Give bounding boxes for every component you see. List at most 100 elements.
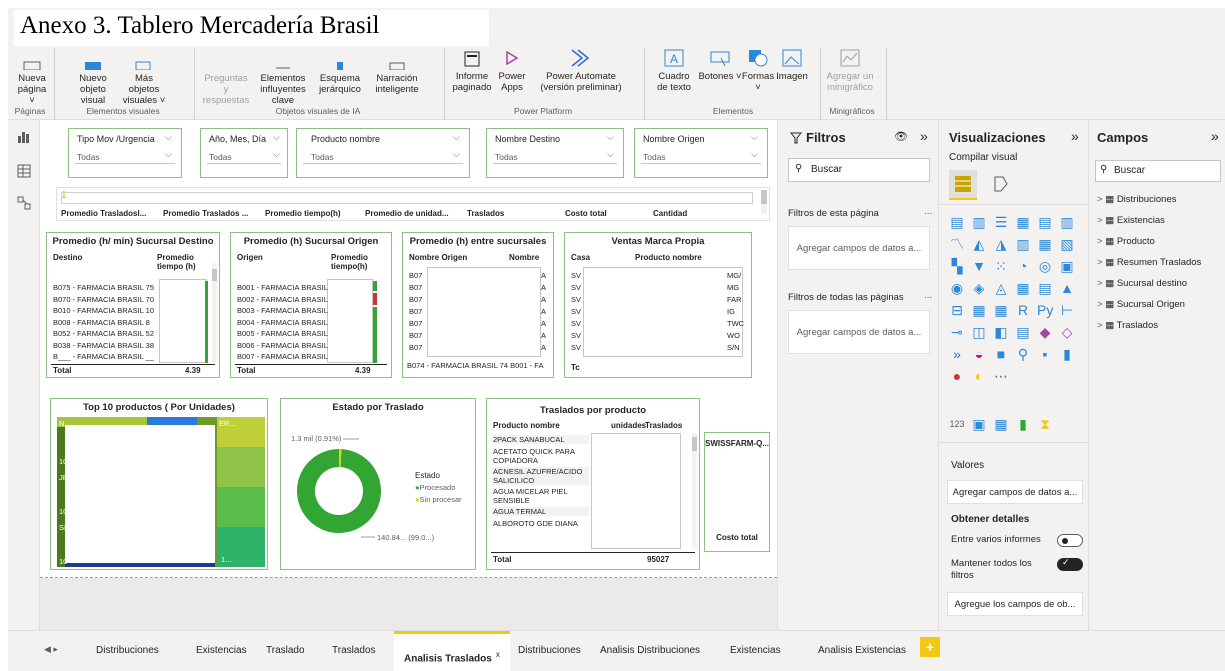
page-tab-5[interactable]: Analisis Traslados x [394,631,510,671]
column-header[interactable]: Casa [571,253,590,262]
card-swissfarm[interactable]: SWISSFARM-Q... Costo total [704,432,770,552]
power-automate-visual-icon[interactable]: » [949,346,965,362]
waterfall-icon[interactable]: ▚ [949,258,965,274]
power-apps-button[interactable]: Power Apps [496,48,528,93]
azure-map-icon[interactable]: ◬ [993,280,1009,296]
table-row[interactable]: B07 [409,295,422,304]
more-options-icon[interactable]: ... [924,290,932,301]
page-tab-9[interactable]: Analisis Existencias [818,645,906,656]
page-tab-2[interactable]: Existencias [196,645,247,656]
treemap-icon[interactable]: ▣ [1059,258,1075,274]
table-row[interactable]: B005 - FARMACIA BRASIL [237,329,328,338]
more-visuals-icon[interactable]: ⋯ [993,368,1009,384]
table-row[interactable]: B003 - FARMACIA BRASIL [237,306,328,315]
image-button[interactable]: Imagen [774,48,810,82]
field-table-existencias[interactable]: > ▦ Existencias [1097,215,1165,226]
slicer-value[interactable]: Todas [495,152,518,162]
column-header[interactable]: Nombre Origen [409,253,467,262]
stacked-column-icon[interactable]: ▥ [971,214,987,230]
chevron-right-icon[interactable]: > [1097,299,1105,310]
column-header[interactable]: Destino [53,253,82,262]
decomposition-icon[interactable]: ⊸ [949,324,965,340]
collapse-pane-icon[interactable]: » [1071,128,1079,144]
table-row[interactable]: SV [571,319,581,328]
table-row[interactable]: SV [571,295,581,304]
kpi-icon[interactable]: ▲ [1059,280,1075,296]
table-row[interactable]: 2PACK SANABUCAL [493,435,589,444]
100-column-icon[interactable]: ▥ [1059,214,1075,230]
filled-map-icon[interactable]: ◈ [971,280,987,296]
donut-estado-traslado[interactable]: Estado por Traslado 1.3 mil (0.91%) 140.… [280,398,476,570]
custom-icon-2[interactable]: ◐ [971,368,987,384]
page-tab-1[interactable]: Distribuciones [96,645,159,656]
paginated-report-button[interactable]: Informe paginado [452,48,492,93]
table-row[interactable]: ACETATO QUICK PARA COPIADORA [493,447,589,465]
line-chart-icon[interactable]: 〽 [949,236,965,252]
qa-visual-icon[interactable]: ◫ [971,324,987,340]
column-header[interactable]: Producto nombre [635,253,702,262]
table-row[interactable]: B001 - FARMACIA BRASIL [237,283,328,292]
scrollbar[interactable] [761,190,767,214]
line-stacked-icon[interactable]: ▦ [1037,236,1053,252]
custom-visual-a-icon[interactable]: ▣ [971,416,987,432]
table-row[interactable]: ALBOROTO GDE DIANA [493,519,589,528]
treemap-block[interactable] [147,417,197,425]
power-apps-visual-icon[interactable]: ◆ [1037,324,1053,340]
smart-narrative-button[interactable]: Narración inteligente [370,60,424,95]
chevron-down-icon[interactable]: ⌵ [751,149,758,160]
table-row[interactable]: SV [571,307,581,316]
slicer-origen[interactable]: Nombre Origen ⌵ Todas ⌵ [634,128,768,178]
table-row[interactable]: B07 [409,343,422,352]
table-row[interactable]: ACNESIL AZUFRE/ACIDO SALICILICO [493,467,589,485]
column-header[interactable]: Origen [237,253,263,262]
table-row[interactable]: B07 [409,307,422,316]
table-row[interactable]: SV [571,283,581,292]
search-visual-icon[interactable]: ⚲ [1015,346,1031,362]
stacked-bar-icon[interactable]: ▤ [949,214,965,230]
cross-report-toggle[interactable] [1057,534,1083,547]
chevron-down-icon[interactable]: ⌵ [165,149,172,160]
chevron-down-icon[interactable]: ⌵ [751,132,758,143]
format-visual-icon[interactable] [991,174,1011,194]
ribbon-chart-icon[interactable]: ▧ [1059,236,1075,252]
area-chart-icon[interactable]: ◭ [971,236,987,252]
slicer-value[interactable]: Todas [77,152,100,162]
table-row[interactable]: SV [571,331,581,340]
r-visual-icon[interactable]: R [1015,302,1031,318]
text-box-button[interactable]: A Cuadro de texto [652,48,696,93]
chevron-right-icon[interactable]: > [1097,320,1105,331]
qa-button[interactable]: Preguntas y respuestas [202,60,250,106]
chevron-down-icon[interactable]: ⌵ [273,132,280,143]
key-influencer-icon[interactable]: ⊢ [1059,302,1075,318]
field-table-producto[interactable]: > ▦ Producto [1097,236,1155,247]
table-row[interactable]: B004 - FARMACIA BRASIL [237,318,328,327]
chevron-down-icon[interactable]: ⌵ [165,132,172,143]
field-table-traslados[interactable]: > ▦ Traslados [1097,320,1158,331]
slicer-producto[interactable]: Producto nombre ⌵ Todas ⌵ [296,128,470,178]
slicer-fecha[interactable]: Año, Mes, Día ⌵ Todas ⌵ [200,128,288,178]
column-header[interactable]: Promedio tiempo (h) [157,253,203,271]
chevron-down-icon[interactable]: ⌵ [273,149,280,160]
page-tab-8[interactable]: Existencias [730,645,781,656]
custom-visual-b-icon[interactable]: ▦ [993,416,1009,432]
treemap-block[interactable] [217,487,265,527]
key-influencers-button[interactable]: Elementos influyentes clave [252,60,314,106]
table-row[interactable]: B07 [409,283,422,292]
chevron-down-icon[interactable]: ⌵ [453,132,460,143]
donut-slice-procesado[interactable] [297,449,382,533]
chevron-right-icon[interactable]: > [1097,278,1105,289]
field-table-sucursal-origen[interactable]: > ▦ Sucursal Origen [1097,299,1185,310]
fields-search-input[interactable]: ⚲ Buscar [1095,160,1221,182]
field-table-distribuciones[interactable]: > ▦ Distribuciones [1097,194,1176,205]
new-visual-button[interactable]: Nuevo objeto visual [70,60,116,106]
chevron-right-icon[interactable]: > [1097,257,1105,268]
paginated-icon[interactable]: ▤ [1015,324,1031,340]
field-table-sucursal-destino[interactable]: > ▦ Sucursal destino [1097,278,1187,289]
dot-icon[interactable]: ▪ [1037,346,1053,362]
close-tab-icon[interactable]: x [496,650,500,659]
table-row[interactable]: B07 [409,271,422,280]
collapse-pane-icon[interactable]: » [920,128,928,144]
treemap-block[interactable] [65,425,215,563]
keep-filters-toggle[interactable]: ✓ [1057,557,1083,571]
line-column-icon[interactable]: ▥ [1015,236,1031,252]
